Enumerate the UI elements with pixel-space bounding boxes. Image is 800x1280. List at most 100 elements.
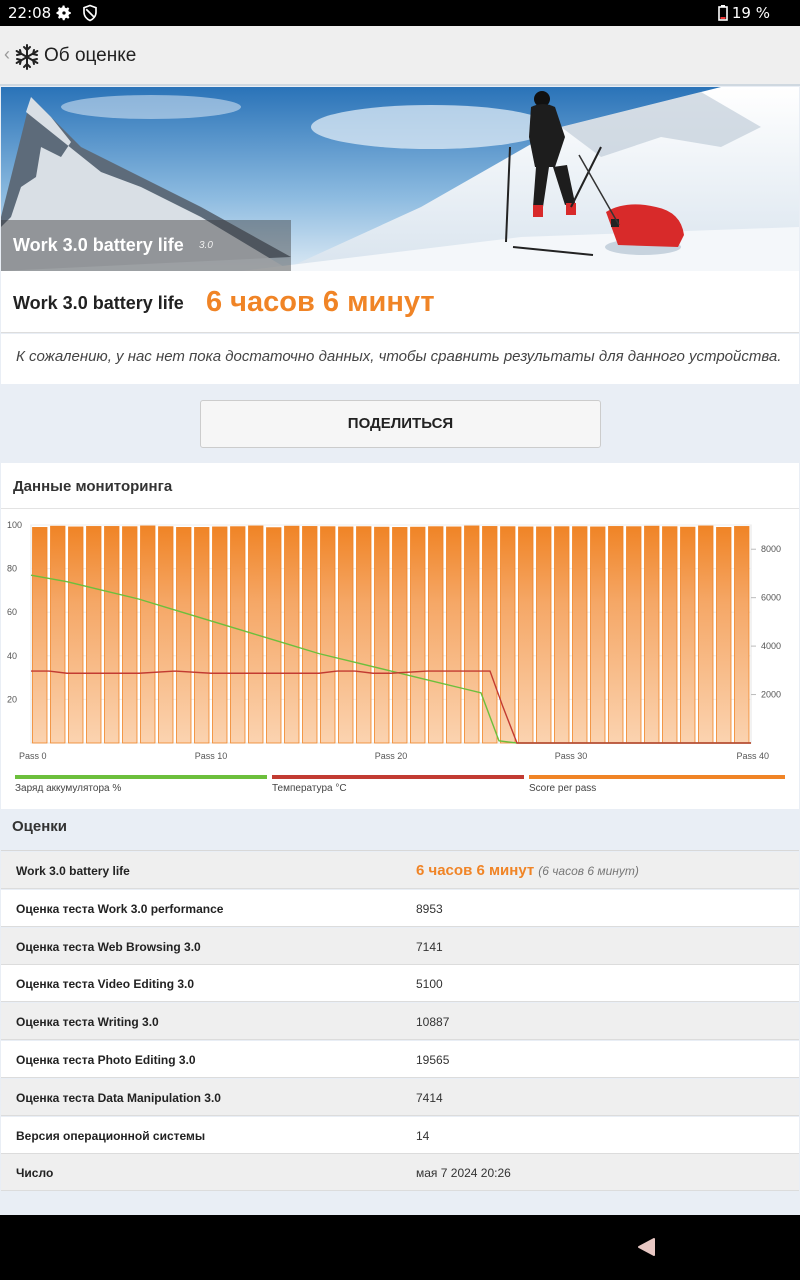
score-value: 6 часов 6 минут (6 часов 6 минут) bbox=[416, 862, 639, 879]
score-bar bbox=[86, 526, 102, 744]
score-bar bbox=[482, 526, 498, 744]
legend-score: Score per pass bbox=[529, 775, 785, 799]
x-tick-label: Pass 30 bbox=[555, 751, 588, 761]
snowflake-icon[interactable] bbox=[14, 44, 40, 70]
score-bar bbox=[446, 526, 462, 744]
y-right-tick-label: 4000 bbox=[761, 641, 781, 651]
hero-caption: Work 3.0 battery life 3.0 bbox=[1, 220, 291, 271]
score-bar bbox=[374, 526, 390, 744]
x-tick-label: Pass 20 bbox=[375, 751, 408, 761]
score-bar bbox=[716, 527, 732, 744]
score-bar bbox=[68, 526, 84, 744]
score-bar bbox=[356, 526, 372, 744]
table-row: Оценка теста Writing 3.0 10887 bbox=[1, 1003, 799, 1041]
score-label: Оценка теста Web Browsing 3.0 bbox=[16, 939, 201, 954]
score-bar bbox=[500, 526, 516, 744]
score-value: 7414 bbox=[416, 1090, 443, 1105]
score-label: Число bbox=[16, 1166, 54, 1181]
score-bar bbox=[230, 526, 246, 744]
navigation-bar bbox=[0, 1215, 800, 1280]
nav-back-icon[interactable] bbox=[636, 1237, 656, 1257]
table-row: Число мая 7 2024 20:26 bbox=[1, 1154, 799, 1192]
legend-temperature-label: Температура °C bbox=[272, 783, 347, 794]
status-bar: 22:08 19 % bbox=[0, 0, 800, 26]
score-bar bbox=[464, 525, 480, 744]
score-bar bbox=[698, 525, 714, 744]
share-button[interactable]: ПОДЕЛИТЬСЯ bbox=[200, 400, 601, 448]
result-label: Work 3.0 battery life bbox=[13, 293, 184, 313]
y-right-tick-label: 2000 bbox=[761, 690, 781, 700]
table-row: Версия операционной системы 14 bbox=[1, 1116, 799, 1154]
score-bar bbox=[284, 525, 300, 744]
score-label: Work 3.0 battery life bbox=[16, 864, 130, 878]
divider bbox=[1, 850, 799, 851]
score-label: Оценка теста Video Editing 3.0 bbox=[16, 977, 195, 992]
x-tick-label: Pass 10 bbox=[195, 751, 228, 761]
score-bar bbox=[194, 527, 210, 744]
legend-score-label: Score per pass bbox=[529, 783, 597, 794]
back-chevron-icon[interactable]: ‹ bbox=[4, 44, 10, 65]
score-value: 14 bbox=[416, 1128, 430, 1143]
score-bar bbox=[122, 526, 138, 744]
y-left-tick-label: 60 bbox=[7, 607, 17, 617]
y-left-tick-label: 80 bbox=[7, 564, 17, 574]
score-bar bbox=[662, 526, 678, 744]
score-label: Оценка теста Photo Editing 3.0 bbox=[16, 1053, 196, 1067]
table-row: Оценка теста Work 3.0 performance 8953 bbox=[1, 889, 799, 927]
score-value-detail: (6 часов 6 минут) bbox=[538, 864, 639, 878]
score-label: Оценка теста Writing 3.0 bbox=[16, 1015, 159, 1030]
score-bar bbox=[140, 525, 156, 744]
score-bar bbox=[518, 526, 534, 744]
table-row: Оценка теста Web Browsing 3.0 7141 bbox=[1, 927, 799, 965]
score-bar bbox=[392, 527, 408, 744]
settings-icon bbox=[56, 5, 71, 21]
score-bar bbox=[104, 526, 120, 744]
y-left-tick-label: 20 bbox=[7, 694, 17, 704]
score-value: 8953 bbox=[416, 901, 443, 916]
y-left-tick-label: 100 bbox=[7, 520, 22, 530]
score-value: мая 7 2024 20:26 bbox=[416, 1166, 511, 1181]
score-bar bbox=[626, 526, 642, 744]
legend-battery: Заряд аккумулятора % bbox=[15, 775, 267, 799]
score-value: 10887 bbox=[416, 1015, 450, 1030]
legend-temperature: Температура °C bbox=[272, 775, 524, 799]
status-time: 22:08 bbox=[8, 4, 52, 22]
score-bar bbox=[680, 526, 696, 744]
score-bar bbox=[320, 526, 336, 744]
hero-title: Work 3.0 battery life bbox=[13, 235, 184, 255]
score-bar bbox=[536, 526, 552, 744]
hero-version: 3.0 bbox=[199, 240, 213, 251]
app-bar: ‹ Об оценке bbox=[0, 26, 800, 86]
table-row: Оценка теста Photo Editing 3.0 19565 bbox=[1, 1041, 799, 1078]
y-right-tick-label: 6000 bbox=[761, 593, 781, 603]
score-value-highlight: 6 часов 6 минут bbox=[416, 862, 535, 879]
score-bar bbox=[338, 526, 354, 744]
y-left-tick-label: 40 bbox=[7, 651, 17, 661]
score-bar bbox=[158, 526, 174, 744]
score-bar bbox=[212, 526, 228, 744]
table-row: Work 3.0 battery life 6 часов 6 минут (6 ч… bbox=[1, 852, 799, 889]
score-bar bbox=[428, 526, 444, 744]
legend-battery-swatch bbox=[15, 775, 267, 779]
score-bar bbox=[644, 525, 660, 744]
score-bar bbox=[590, 526, 606, 744]
score-value: 7141 bbox=[416, 939, 443, 954]
score-value: 5100 bbox=[416, 977, 443, 992]
score-bar bbox=[32, 527, 48, 744]
legend-temperature-swatch bbox=[272, 775, 524, 779]
plot-area bbox=[30, 524, 752, 744]
x-tick-label: Pass 0 bbox=[19, 751, 47, 761]
score-bar bbox=[554, 526, 570, 744]
table-row: Оценка теста Video Editing 3.0 5100 bbox=[1, 965, 799, 1003]
table-row: Оценка теста Data Manipulation 3.0 7414 bbox=[1, 1078, 799, 1116]
score-value: 19565 bbox=[416, 1053, 450, 1067]
result-value: 6 часов 6 минут bbox=[206, 286, 435, 318]
battery-icon bbox=[718, 5, 728, 21]
shield-icon bbox=[83, 4, 97, 22]
score-label: Версия операционной системы bbox=[16, 1128, 206, 1143]
comparison-note-text: К сожалению, у нас нет пока достаточно д… bbox=[16, 348, 782, 365]
score-bar bbox=[266, 527, 282, 744]
y-right-tick-label: 8000 bbox=[761, 544, 781, 554]
monitoring-chart: 100 80 60 40 20 8000 6000 4000 2000 Pass 0 Pass 10… bbox=[7, 520, 781, 761]
score-bar bbox=[176, 527, 192, 744]
